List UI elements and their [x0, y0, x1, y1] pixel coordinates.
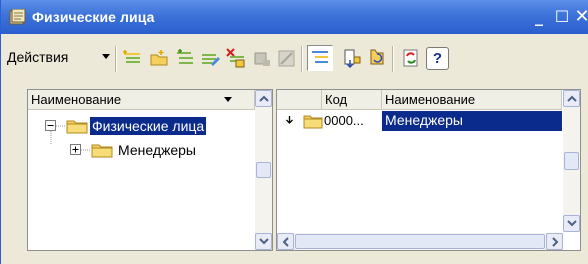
scroll-thumb[interactable] [564, 152, 579, 170]
toolbar-separator [115, 46, 117, 72]
cell-code: 0000... [324, 113, 364, 128]
cell-name: Менеджеры [382, 111, 562, 131]
pointer-arrow-icon [286, 116, 293, 124]
scroll-up-button[interactable] [255, 90, 272, 107]
toolbar-separator [301, 46, 303, 72]
title-bar[interactable]: Физические лица _ ☐ ✕ [1, 0, 588, 34]
maximize-button[interactable]: ☐ [552, 8, 572, 26]
refresh-icon[interactable] [401, 48, 421, 68]
minimize-button[interactable]: _ [529, 8, 549, 26]
hierarchy-icon[interactable] [310, 48, 330, 68]
list-vertical-scrollbar[interactable] [563, 90, 580, 232]
table-row[interactable]: 0000... Менеджеры [277, 111, 562, 131]
scroll-down-button[interactable] [255, 233, 272, 250]
delete-mark-icon[interactable] [226, 48, 246, 68]
scroll-left-button[interactable] [277, 233, 294, 250]
copy-icon[interactable] [175, 48, 195, 68]
scroll-up-button[interactable] [563, 90, 580, 107]
tree-vertical-scrollbar[interactable] [255, 90, 272, 250]
expand-icon[interactable] [70, 144, 81, 155]
tree-panel: Наименование Физические лица Менеджеры [27, 89, 273, 251]
application-window: Физические лица _ ☐ ✕ Действия ? Наимено… [0, 0, 588, 264]
close-button[interactable]: ✕ [572, 8, 588, 26]
arrow-down-icon [259, 238, 269, 245]
chevron-down-icon [102, 54, 110, 59]
collapse-icon[interactable] [45, 120, 56, 131]
list-panel: Код Наименование 0000... Менеджеры [276, 89, 581, 251]
actions-menu-button[interactable]: Действия [7, 49, 68, 65]
help-button[interactable]: ? [426, 47, 449, 70]
column-header-name[interactable]: Наименование [382, 90, 562, 110]
scroll-thumb[interactable] [256, 162, 271, 178]
arrow-right-icon [552, 237, 559, 247]
toolbar-separator [392, 46, 394, 72]
arrow-down-icon [567, 220, 577, 227]
catalog-icon [9, 9, 26, 25]
icon-column-header[interactable] [277, 90, 322, 110]
tree-connector [50, 131, 52, 145]
tree-connector [56, 125, 66, 127]
column-header-code[interactable]: Код [322, 90, 382, 110]
add-element-icon[interactable] [122, 48, 142, 68]
window-title: Физические лица [32, 9, 155, 25]
arrow-up-icon [259, 95, 269, 102]
folder-icon [91, 144, 113, 158]
tree-item-individuals[interactable]: Физические лица [90, 117, 207, 135]
arrow-up-icon [567, 95, 577, 102]
scroll-down-button[interactable] [563, 215, 580, 232]
chevron-down-icon [224, 97, 232, 102]
list-header: Код Наименование [277, 90, 562, 110]
folder-icon [303, 115, 323, 129]
scroll-right-button[interactable] [546, 233, 563, 250]
folder-icon [66, 120, 88, 134]
tree-item-managers[interactable]: Менеджеры [118, 141, 196, 159]
tree-column-header[interactable]: Наименование [28, 90, 255, 110]
post-icon[interactable] [252, 48, 272, 68]
level-up-icon[interactable] [342, 48, 362, 68]
scroll-thumb[interactable] [295, 234, 545, 249]
tree-connector [81, 149, 91, 151]
tree-header-label: Наименование [28, 90, 255, 110]
unpost-icon[interactable] [277, 48, 297, 68]
list-horizontal-scrollbar[interactable] [277, 233, 563, 250]
history-icon[interactable] [367, 48, 387, 68]
arrow-left-icon [282, 237, 289, 247]
add-group-icon[interactable] [149, 48, 169, 68]
edit-icon[interactable] [200, 48, 220, 68]
